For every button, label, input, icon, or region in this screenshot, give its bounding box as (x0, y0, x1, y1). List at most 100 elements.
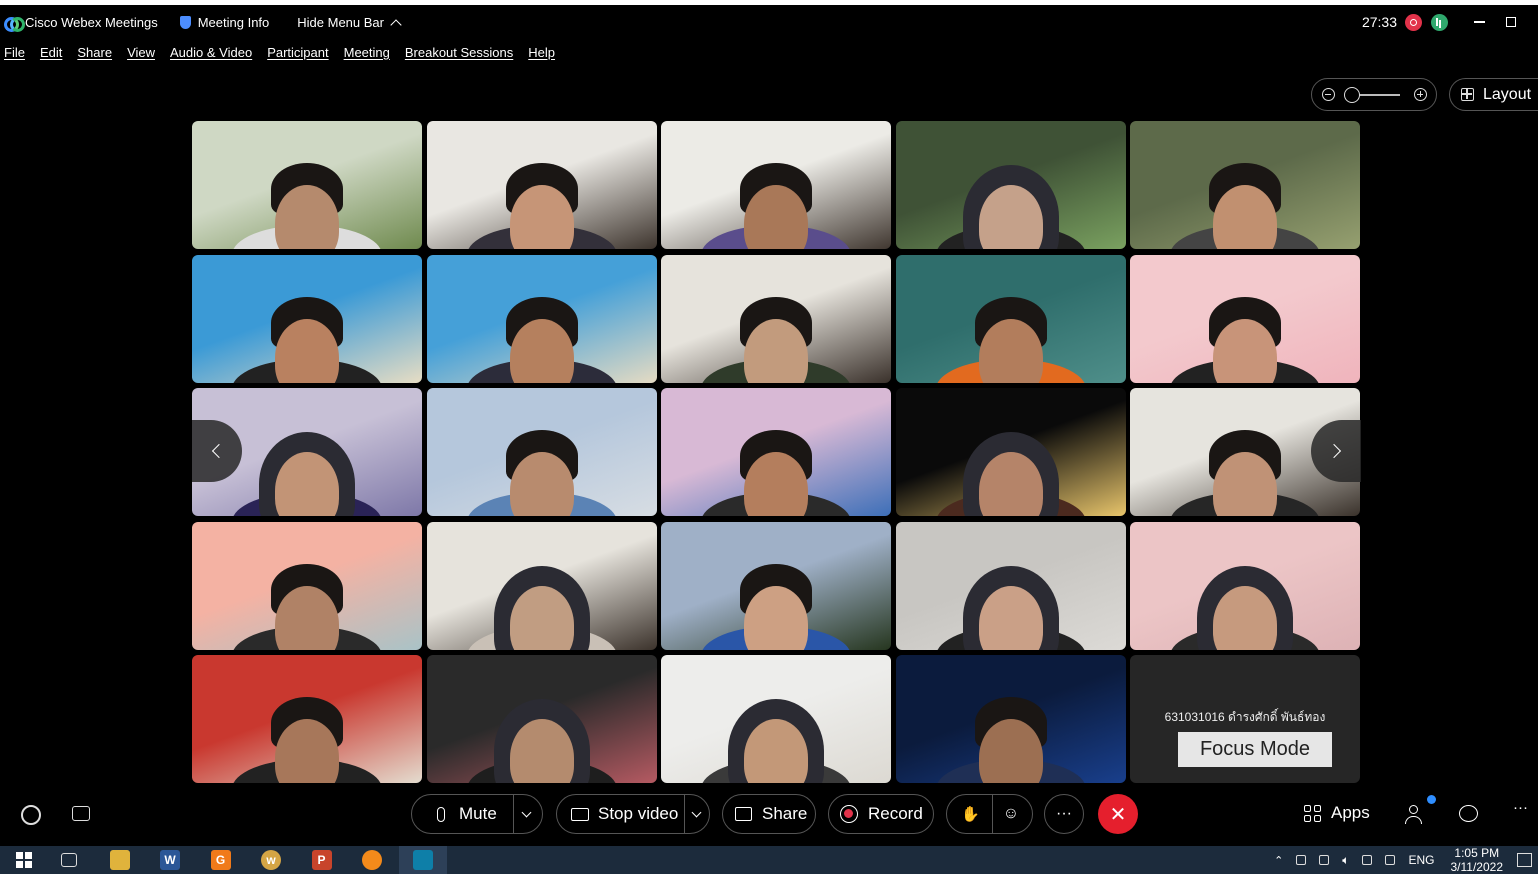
share-button[interactable]: Share (722, 794, 816, 834)
meeting-info-button[interactable]: Meeting Info (179, 15, 269, 30)
ai-assistant-icon[interactable] (21, 805, 41, 825)
participant-video-tile[interactable] (426, 121, 657, 249)
hide-menu-bar-button[interactable]: Hide Menu Bar (297, 15, 402, 31)
clock-time: 1:05 PM (1454, 846, 1500, 860)
leave-meeting-button[interactable]: ✕ (1098, 794, 1138, 834)
participant-video-tile[interactable] (1130, 254, 1360, 383)
participant-video-tile[interactable] (192, 254, 422, 383)
app-orange-icon: G (210, 850, 231, 870)
menu-file[interactable]: File (4, 45, 25, 60)
menu-view[interactable]: View (127, 45, 155, 60)
task-view-icon (61, 853, 77, 867)
close-icon: ✕ (1109, 803, 1127, 826)
menu-breakout-sessions[interactable]: Breakout Sessions (405, 45, 513, 60)
stop-video-label: Stop video (598, 804, 679, 823)
participant-video-tile[interactable] (192, 121, 422, 249)
participant-video-tile[interactable] (895, 521, 1126, 650)
closed-captions-icon[interactable] (72, 806, 90, 821)
stop-video-button[interactable]: Stop video (556, 794, 710, 834)
recording-indicator-icon[interactable] (1405, 13, 1422, 31)
layout-button[interactable]: Layout (1449, 78, 1538, 111)
share-label: Share (762, 804, 808, 823)
menu-meeting[interactable]: Meeting (344, 45, 390, 60)
participant-video-tile[interactable] (895, 655, 1126, 783)
meet-now-icon[interactable] (1296, 855, 1307, 865)
participant-video-tile[interactable] (192, 655, 422, 783)
battery-icon[interactable] (1319, 855, 1330, 865)
zoom-out-icon[interactable] (1322, 88, 1335, 101)
volume-icon[interactable]: 🔈︎ (1342, 853, 1349, 868)
mute-button[interactable]: Mute (411, 794, 543, 834)
participant-video-tile[interactable] (661, 254, 891, 383)
meeting-timer: 27:33 (1361, 14, 1397, 30)
zoom-control (1311, 78, 1437, 111)
record-icon (840, 805, 858, 823)
app-name: Cisco Webex Meetings (25, 14, 158, 30)
taskbar-file-explorer[interactable] (96, 846, 144, 874)
video-grid: 631031016 ดำรงศักดิ์ พันธ์ทอง Focus Mode (192, 121, 1360, 783)
file-explorer-icon (109, 850, 130, 870)
network-stats-icon[interactable] (1431, 13, 1448, 31)
reactions-icon[interactable]: ☺ (1003, 805, 1019, 823)
participant-video-tile[interactable] (192, 521, 422, 650)
more-panels-icon[interactable]: ··· (1513, 799, 1528, 816)
participant-video-tile[interactable] (661, 521, 891, 650)
chat-icon[interactable] (1459, 805, 1478, 822)
menu-participant[interactable]: Participant (267, 45, 328, 60)
taskbar-firefox[interactable] (348, 846, 396, 874)
participant-video-tile[interactable] (895, 121, 1126, 249)
start-button[interactable] (0, 846, 48, 874)
participant-video-tile[interactable] (1130, 521, 1360, 650)
taskbar-task-view[interactable] (45, 846, 93, 874)
chevron-up-icon[interactable]: ⌃ (1274, 854, 1283, 867)
notification-badge (1427, 795, 1436, 804)
system-tray: ⌃ 🔈︎ ENG 1:05 PM 3/11/2022 (1274, 846, 1538, 874)
participant-name-tile[interactable]: 631031016 ดำรงศักดิ์ พันธ์ทอง Focus Mode (1130, 655, 1360, 783)
participant-video-tile[interactable] (426, 388, 657, 516)
apps-label: Apps (1331, 803, 1370, 822)
participants-icon[interactable] (1404, 803, 1426, 825)
system-clock[interactable]: 1:05 PM 3/11/2022 (1451, 846, 1504, 874)
wifi-icon[interactable] (1362, 855, 1373, 865)
more-label: ··· (1056, 805, 1072, 822)
participant-video-tile[interactable] (661, 121, 891, 249)
minimize-icon[interactable] (1474, 21, 1485, 23)
participant-video-tile[interactable] (895, 254, 1126, 383)
taskbar-app-w[interactable]: w (247, 846, 295, 874)
zoom-slider-handle[interactable] (1344, 87, 1360, 103)
focus-mode-button[interactable]: Focus Mode (1178, 732, 1332, 767)
participant-video-tile[interactable] (1130, 121, 1360, 249)
participant-video-tile[interactable] (895, 388, 1126, 516)
notifications-icon[interactable] (1517, 853, 1532, 867)
apps-button[interactable]: Apps (1304, 803, 1370, 823)
raise-hand-icon[interactable]: ✋ (961, 805, 980, 823)
mute-label: Mute (459, 804, 497, 823)
taskbar-powerpoint[interactable]: P (298, 846, 346, 874)
participant-video-tile[interactable] (661, 655, 891, 783)
zoom-in-icon[interactable] (1414, 88, 1427, 101)
pen-icon[interactable] (1385, 855, 1396, 865)
participant-video-tile[interactable] (426, 254, 657, 383)
menu-edit[interactable]: Edit (40, 45, 62, 60)
taskbar-app-orange[interactable]: G (197, 846, 245, 874)
menu-share[interactable]: Share (77, 45, 112, 60)
divider (991, 794, 993, 834)
chevron-down-icon[interactable] (521, 807, 532, 817)
participant-name: 631031016 ดำรงศักดิ์ พันธ์ทอง (1164, 710, 1326, 724)
taskbar-word[interactable]: W (146, 846, 194, 874)
participant-video-tile[interactable] (661, 388, 891, 516)
restore-icon[interactable] (1506, 17, 1516, 27)
menu-audio-video[interactable]: Audio & Video (170, 45, 252, 60)
record-button[interactable]: Record (828, 794, 934, 834)
participant-video-tile[interactable] (426, 655, 657, 783)
webex-icon (412, 850, 433, 870)
chevron-down-icon[interactable] (691, 807, 702, 817)
participant-video-tile[interactable] (426, 521, 657, 650)
reactions-group: ✋ ☺ (946, 794, 1033, 834)
microphone-icon (437, 806, 445, 822)
taskbar-webex[interactable] (398, 846, 447, 874)
input-language[interactable]: ENG (1408, 853, 1434, 867)
menu-help[interactable]: Help (528, 45, 555, 60)
powerpoint-icon: P (311, 850, 332, 870)
more-options-button[interactable]: ··· (1044, 794, 1084, 834)
